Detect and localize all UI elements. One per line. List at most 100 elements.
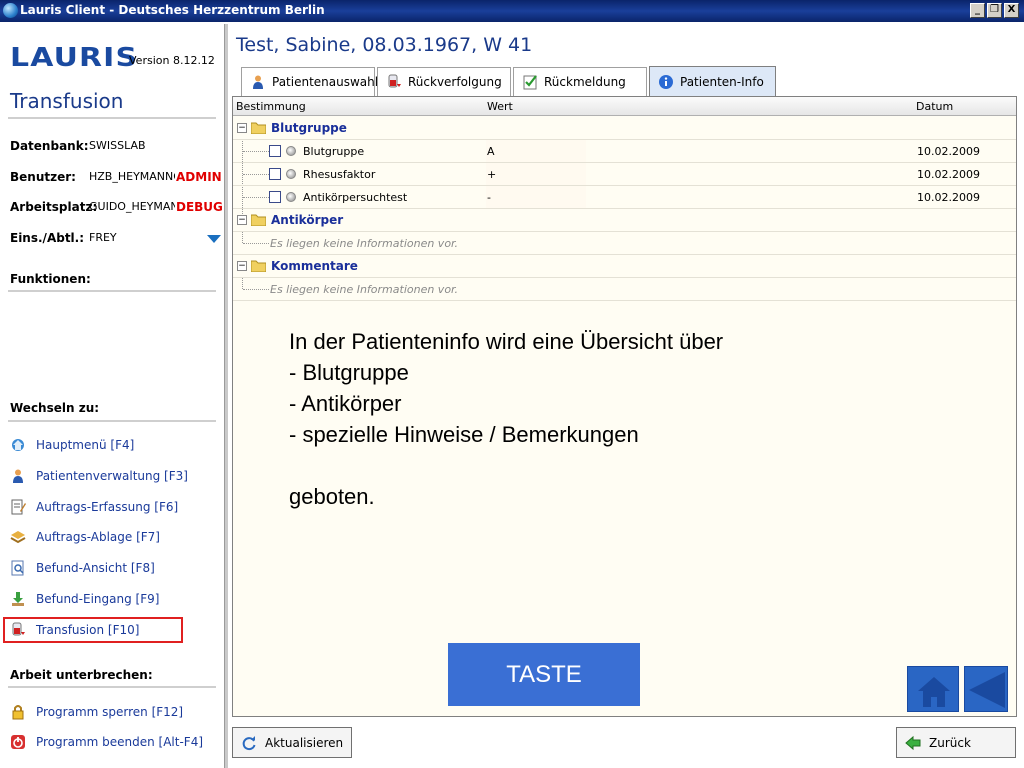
row-date: 10.02.2009 (917, 168, 980, 181)
row-value: A (487, 145, 495, 158)
back-triangle-icon (969, 672, 1005, 708)
collapse-toggle[interactable]: − (237, 261, 247, 271)
value-cell-bg (486, 163, 586, 185)
nav-item-transfusion[interactable]: Transfusion [F10] (3, 617, 183, 643)
nav-item-hauptmenu[interactable]: Hauptmenü [F4] (10, 434, 182, 456)
tree-group-antikoerper[interactable]: − Antikörper (233, 209, 1016, 232)
collapse-toggle[interactable]: − (237, 215, 247, 225)
folder-icon (251, 260, 266, 272)
folder-icon (251, 122, 266, 134)
tree-line (243, 174, 269, 175)
close-button[interactable]: X (1004, 3, 1019, 18)
tab-rueckmeldung[interactable]: Rückmeldung (513, 67, 647, 96)
info-key: Arbeitsplatz: (10, 200, 98, 214)
module-title: Transfusion (10, 89, 124, 113)
tutorial-line: In der Patienteninfo wird eine Übersicht… (289, 329, 724, 354)
tab-label: Rückmeldung (544, 75, 626, 89)
order-archive-icon (10, 529, 26, 545)
nav-label: Befund-Eingang [F9] (36, 592, 160, 606)
column-header-datum[interactable]: Datum (916, 100, 953, 113)
back-button[interactable]: Zurück (896, 727, 1016, 758)
nav-item-auftrags-ablage[interactable]: Auftrags-Ablage [F7] (10, 526, 182, 548)
title-bar: Lauris Client - Deutsches Herzzentrum Be… (0, 0, 1024, 22)
empty-info-text: Es liegen keine Informationen vor. (270, 237, 459, 250)
empty-info-row: Es liegen keine Informationen vor. (233, 232, 1016, 255)
folder-icon (251, 214, 266, 226)
collapse-toggle[interactable]: − (237, 123, 247, 133)
power-icon (10, 734, 26, 750)
info-value: SWISSLAB (89, 139, 146, 152)
nav-item-befund-eingang[interactable]: Befund-Eingang [F9] (10, 588, 182, 610)
sidebar: LAURIS Version 8.12.12 Transfusion Daten… (0, 24, 224, 768)
column-header-wert[interactable]: Wert (487, 100, 513, 113)
row-value: + (487, 168, 497, 181)
value-cell-bg (486, 186, 586, 208)
info-value: HZB_HEYMANNG (89, 170, 175, 183)
row-date: 10.02.2009 (917, 191, 980, 204)
nav-label: Programm sperren [F12] (36, 705, 184, 719)
tab-label: Patientenauswahl (272, 75, 379, 89)
nav-item-patientenverwaltung[interactable]: Patientenverwaltung [F3] (10, 465, 188, 487)
tutorial-line (289, 450, 723, 481)
transfusion-icon (386, 74, 402, 90)
grid-header: Bestimmung Wert Datum (233, 97, 1016, 116)
row-checkbox[interactable] (269, 191, 281, 203)
back-nav-button[interactable] (964, 666, 1008, 712)
department-select[interactable]: FREY (89, 231, 175, 244)
admin-flag: ADMIN (176, 170, 222, 184)
table-row[interactable]: Antikörpersuchtest - 10.02.2009 (233, 186, 1016, 209)
taste-button[interactable]: TASTE (448, 643, 640, 706)
tree-group-kommentare[interactable]: − Kommentare (233, 255, 1016, 278)
tab-label: Rückverfolgung (408, 75, 502, 89)
tab-patienten-info[interactable]: Patienten-Info (649, 66, 776, 97)
info-row-department[interactable]: Eins./Abtl.: FREY (10, 231, 221, 251)
debug-flag: DEBUG (176, 200, 223, 214)
row-checkbox[interactable] (269, 145, 281, 157)
person-icon (250, 74, 266, 90)
nav-label: Patientenverwaltung [F3] (36, 469, 188, 483)
divider (8, 117, 216, 119)
group-label: Kommentare (271, 259, 358, 273)
sidebar-splitter[interactable] (224, 24, 228, 768)
row-checkbox[interactable] (269, 168, 281, 180)
tree-line (243, 289, 269, 290)
table-row[interactable]: Rhesusfaktor + 10.02.2009 (233, 163, 1016, 186)
chevron-down-icon[interactable] (207, 235, 221, 243)
empty-info-row: Es liegen keine Informationen vor. (233, 278, 1016, 301)
group-label: Blutgruppe (271, 121, 347, 135)
checklist-icon (522, 74, 538, 90)
exit-program-button[interactable]: Programm beenden [Alt-F4] (10, 731, 203, 753)
lock-program-button[interactable]: Programm sperren [F12] (10, 701, 184, 723)
nav-label: Hauptmenü [F4] (36, 438, 135, 452)
home-button[interactable] (907, 666, 959, 712)
info-icon (658, 74, 674, 90)
tree-group-blutgruppe[interactable]: − Blutgruppe (233, 117, 1016, 140)
divider (8, 420, 216, 422)
tree-line (243, 151, 269, 152)
version-label: Version 8.12.12 (129, 54, 215, 67)
tab-rueckverfolgung[interactable]: Rückverfolgung (377, 67, 511, 96)
lock-icon (10, 704, 26, 720)
table-row[interactable]: Blutgruppe A 10.02.2009 (233, 140, 1016, 163)
nav-label: Programm beenden [Alt-F4] (36, 735, 204, 749)
back-label: Zurück (929, 735, 971, 750)
divider (8, 290, 216, 292)
arrow-left-icon (905, 735, 921, 751)
nav-label: Transfusion [F10] (36, 623, 140, 637)
nav-label: Auftrags-Ablage [F7] (36, 530, 160, 544)
minimize-button[interactable]: _ (970, 3, 985, 18)
tab-label: Patienten-Info (680, 75, 764, 89)
nav-label: Auftrags-Erfassung [F6] (36, 500, 179, 514)
tab-patientenauswahl[interactable]: Patientenauswahl (241, 67, 379, 96)
row-name: Blutgruppe (303, 145, 365, 158)
restore-button[interactable]: ❐ (987, 3, 1002, 18)
nav-item-auftrags-erfassung[interactable]: Auftrags-Erfassung [F6] (10, 496, 182, 518)
interrupt-heading: Arbeit unterbrechen: (10, 668, 153, 682)
column-header-bestimmung[interactable]: Bestimmung (236, 100, 306, 113)
blood-parameter-icon (286, 169, 296, 179)
order-entry-icon (10, 499, 26, 515)
divider (8, 686, 216, 688)
nav-item-befund-ansicht[interactable]: Befund-Ansicht [F8] (10, 557, 182, 579)
row-name: Antikörpersuchtest (303, 191, 408, 204)
refresh-button[interactable]: Aktualisieren (232, 727, 352, 758)
